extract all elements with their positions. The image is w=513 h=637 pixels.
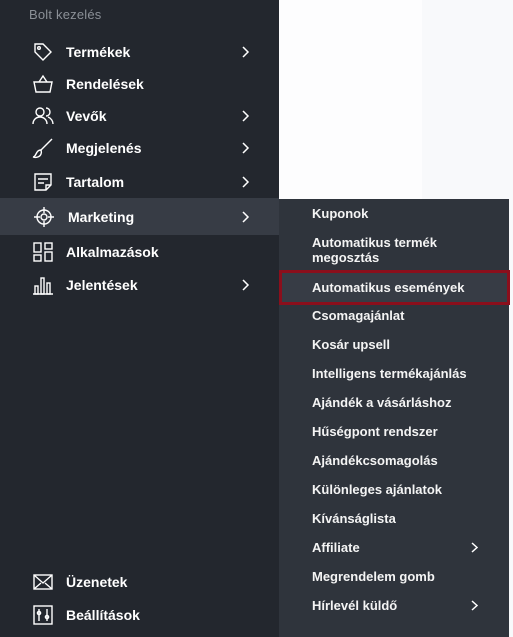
- chevron-right-icon: [240, 109, 250, 123]
- sidebar-item-label: Rendelések: [66, 75, 144, 92]
- submenu-item-ajandek-a-vasarlashoz[interactable]: Ajándék a vásárláshoz: [279, 395, 509, 410]
- sidebar-item-rendelesek[interactable]: Rendelések: [0, 67, 279, 100]
- submenu-item-automatikus-termek-megosztas[interactable]: Automatikus termék megosztás: [279, 235, 479, 265]
- sidebar-item-label: Megjelenés: [66, 139, 142, 156]
- chevron-right-icon: [240, 278, 250, 292]
- mail-icon: [32, 571, 54, 593]
- sidebar-item-megjelenes[interactable]: Megjelenés: [0, 131, 279, 164]
- sidebar-item-alkalmazasok[interactable]: Alkalmazások: [0, 235, 279, 268]
- basket-icon: [32, 73, 54, 95]
- apps-icon: [32, 241, 54, 263]
- content-icon: [32, 171, 54, 193]
- chevron-right-icon: [240, 210, 250, 224]
- target-icon: [33, 206, 55, 228]
- submenu-item-kuponok[interactable]: Kuponok: [279, 206, 509, 221]
- submenu-item-label: Hírlevél küldő: [312, 598, 398, 613]
- sidebar-item-label: Termékek: [66, 43, 131, 60]
- sidebar: Bolt kezelés Termékek Rendelések Vevők M…: [0, 0, 279, 637]
- settings-icon: [32, 604, 54, 626]
- submenu-item-intelligens-termekajanlas[interactable]: Intelligens termékajánlás: [279, 366, 509, 381]
- sidebar-item-uzenetek[interactable]: Üzenetek: [0, 565, 279, 598]
- bar-chart-icon: [32, 274, 54, 296]
- sidebar-item-label: Tartalom: [66, 173, 125, 190]
- sidebar-item-vevok[interactable]: Vevők: [0, 99, 279, 132]
- chevron-right-icon: [470, 541, 479, 554]
- submenu-item-husegpont-rendszer[interactable]: Hűségpont rendszer: [279, 424, 509, 439]
- sidebar-item-tartalom[interactable]: Tartalom: [0, 165, 279, 198]
- submenu-item-kosar-upsell[interactable]: Kosár upsell: [279, 337, 509, 352]
- sidebar-item-jelentesek[interactable]: Jelentések: [0, 268, 279, 301]
- submenu-item-csomagajanlat[interactable]: Csomagajánlat: [279, 308, 509, 323]
- chevron-right-icon: [240, 175, 250, 189]
- sidebar-item-label: Marketing: [68, 208, 135, 225]
- chevron-right-icon: [240, 141, 250, 155]
- submenu-item-kivansaglista[interactable]: Kívánságlista: [279, 511, 509, 526]
- tag-icon: [32, 41, 54, 63]
- submenu-item-affiliate[interactable]: Affiliate: [279, 540, 509, 555]
- chevron-right-icon: [470, 599, 479, 612]
- chevron-right-icon: [240, 45, 250, 59]
- submenu-item-hirlevel-kuldo[interactable]: Hírlevél küldő: [279, 598, 509, 613]
- submenu-item-ajandekcsomagolas[interactable]: Ajándékcsomagolás: [279, 453, 509, 468]
- submenu-item-megrendelem-gomb[interactable]: Megrendelem gomb: [279, 569, 509, 584]
- sidebar-item-beallitasok[interactable]: Beállítások: [0, 598, 279, 631]
- sidebar-item-label: Üzenetek: [66, 573, 128, 590]
- sidebar-item-termekek[interactable]: Termékek: [0, 35, 279, 68]
- submenu-item-kulonleges-ajanlatok[interactable]: Különleges ajánlatok: [279, 482, 509, 497]
- sidebar-item-label: Beállítások: [66, 606, 140, 623]
- marketing-submenu: Kuponok Automatikus termék megosztás Aut…: [279, 199, 510, 637]
- submenu-item-automatikus-esemenyek[interactable]: Automatikus események: [279, 270, 510, 305]
- sidebar-item-label: Vevők: [66, 107, 107, 124]
- sidebar-item-label: Jelentések: [66, 276, 138, 293]
- submenu-item-label: Affiliate: [312, 540, 360, 555]
- sidebar-item-label: Alkalmazások: [66, 243, 159, 260]
- brush-icon: [32, 137, 54, 159]
- sidebar-section-title: Bolt kezelés: [29, 7, 102, 22]
- sidebar-item-marketing[interactable]: Marketing: [0, 198, 279, 235]
- users-icon: [32, 105, 54, 127]
